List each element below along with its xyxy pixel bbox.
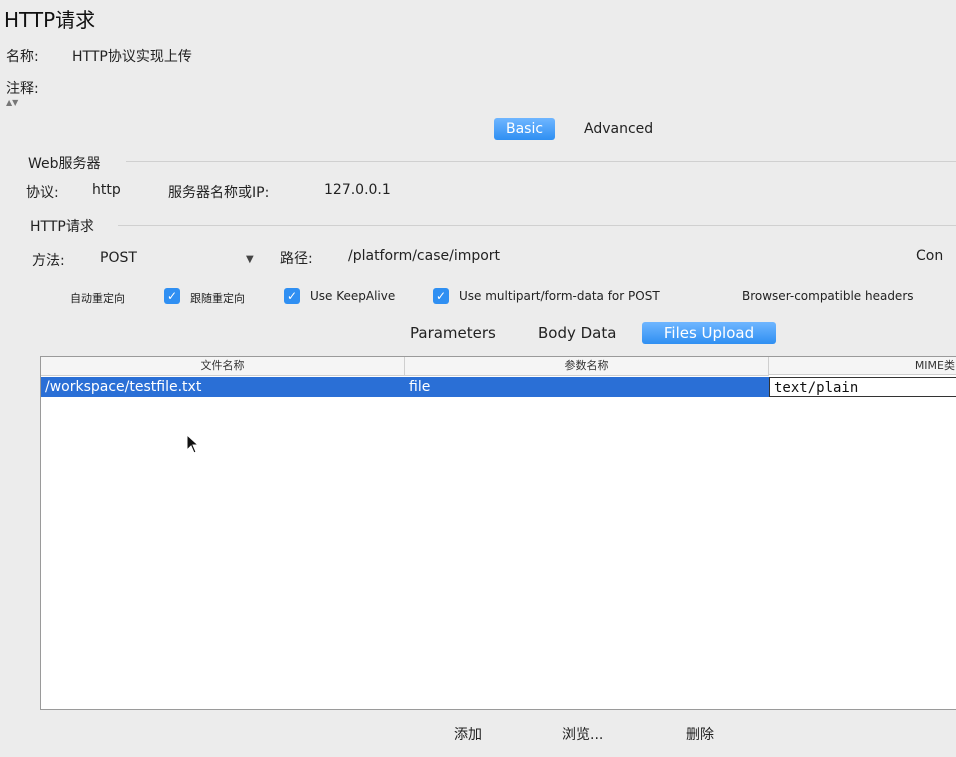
keepalive-checkbox[interactable]: ✓ <box>284 288 300 304</box>
column-header-param[interactable]: 参数名称 <box>405 357 769 376</box>
resize-arrows-icon[interactable]: ▲▼ <box>6 98 18 107</box>
auto-redirect-label[interactable]: 自动重定向 <box>70 290 125 306</box>
content-encoding-label: Con <box>916 248 944 264</box>
method-select[interactable]: POST <box>100 250 137 266</box>
multipart-checkbox[interactable]: ✓ <box>433 288 449 304</box>
protocol-label: 协议: <box>26 185 59 201</box>
web-server-group-title: Web服务器 <box>28 156 101 172</box>
method-label: 方法: <box>32 253 65 269</box>
mime-type-input[interactable]: text/plain <box>769 377 956 397</box>
path-label: 路径: <box>280 251 313 267</box>
tab-advanced[interactable]: Advanced <box>572 118 665 140</box>
delete-button[interactable]: 删除 <box>686 724 714 744</box>
table-row[interactable]: /workspace/testfile.txt file text/plain <box>41 377 956 397</box>
browser-headers-label[interactable]: Browser-compatible headers <box>742 289 914 303</box>
column-header-filename[interactable]: 文件名称 <box>41 357 405 376</box>
tab-basic[interactable]: Basic <box>494 118 556 140</box>
path-field[interactable]: /platform/case/import <box>348 248 500 264</box>
tab-parameters[interactable]: Parameters <box>398 322 508 344</box>
keepalive-label: Use KeepAlive <box>310 289 396 303</box>
name-field[interactable]: HTTP协议实现上传 <box>72 46 192 66</box>
server-field[interactable]: 127.0.0.1 <box>324 182 391 198</box>
add-button[interactable]: 添加 <box>454 724 482 744</box>
tab-body-data[interactable]: Body Data <box>526 322 628 344</box>
follow-redirect-label: 跟随重定向 <box>190 292 245 305</box>
server-label: 服务器名称或IP: <box>168 185 270 201</box>
follow-redirect-checkbox[interactable]: ✓ <box>164 288 180 304</box>
browse-button[interactable]: 浏览... <box>562 724 603 744</box>
param-name-cell[interactable]: file <box>405 377 769 397</box>
group-divider <box>118 225 956 226</box>
chevron-down-icon[interactable]: ▼ <box>246 254 254 265</box>
comment-label: 注释: <box>6 81 39 97</box>
multipart-label: Use multipart/form-data for POST <box>459 289 660 303</box>
group-divider <box>126 161 956 162</box>
name-label: 名称: <box>6 49 39 65</box>
file-path-cell[interactable]: /workspace/testfile.txt <box>41 377 405 397</box>
files-table[interactable]: 文件名称 参数名称 MIME类 /workspace/testfile.txt … <box>40 356 956 710</box>
page-title: HTTP请求 <box>4 8 96 32</box>
protocol-field[interactable]: http <box>92 182 121 198</box>
http-request-group-title: HTTP请求 <box>30 219 94 235</box>
tab-files-upload[interactable]: Files Upload <box>642 322 776 344</box>
mouse-cursor-icon <box>186 433 200 458</box>
column-header-mime[interactable]: MIME类 <box>769 357 956 375</box>
